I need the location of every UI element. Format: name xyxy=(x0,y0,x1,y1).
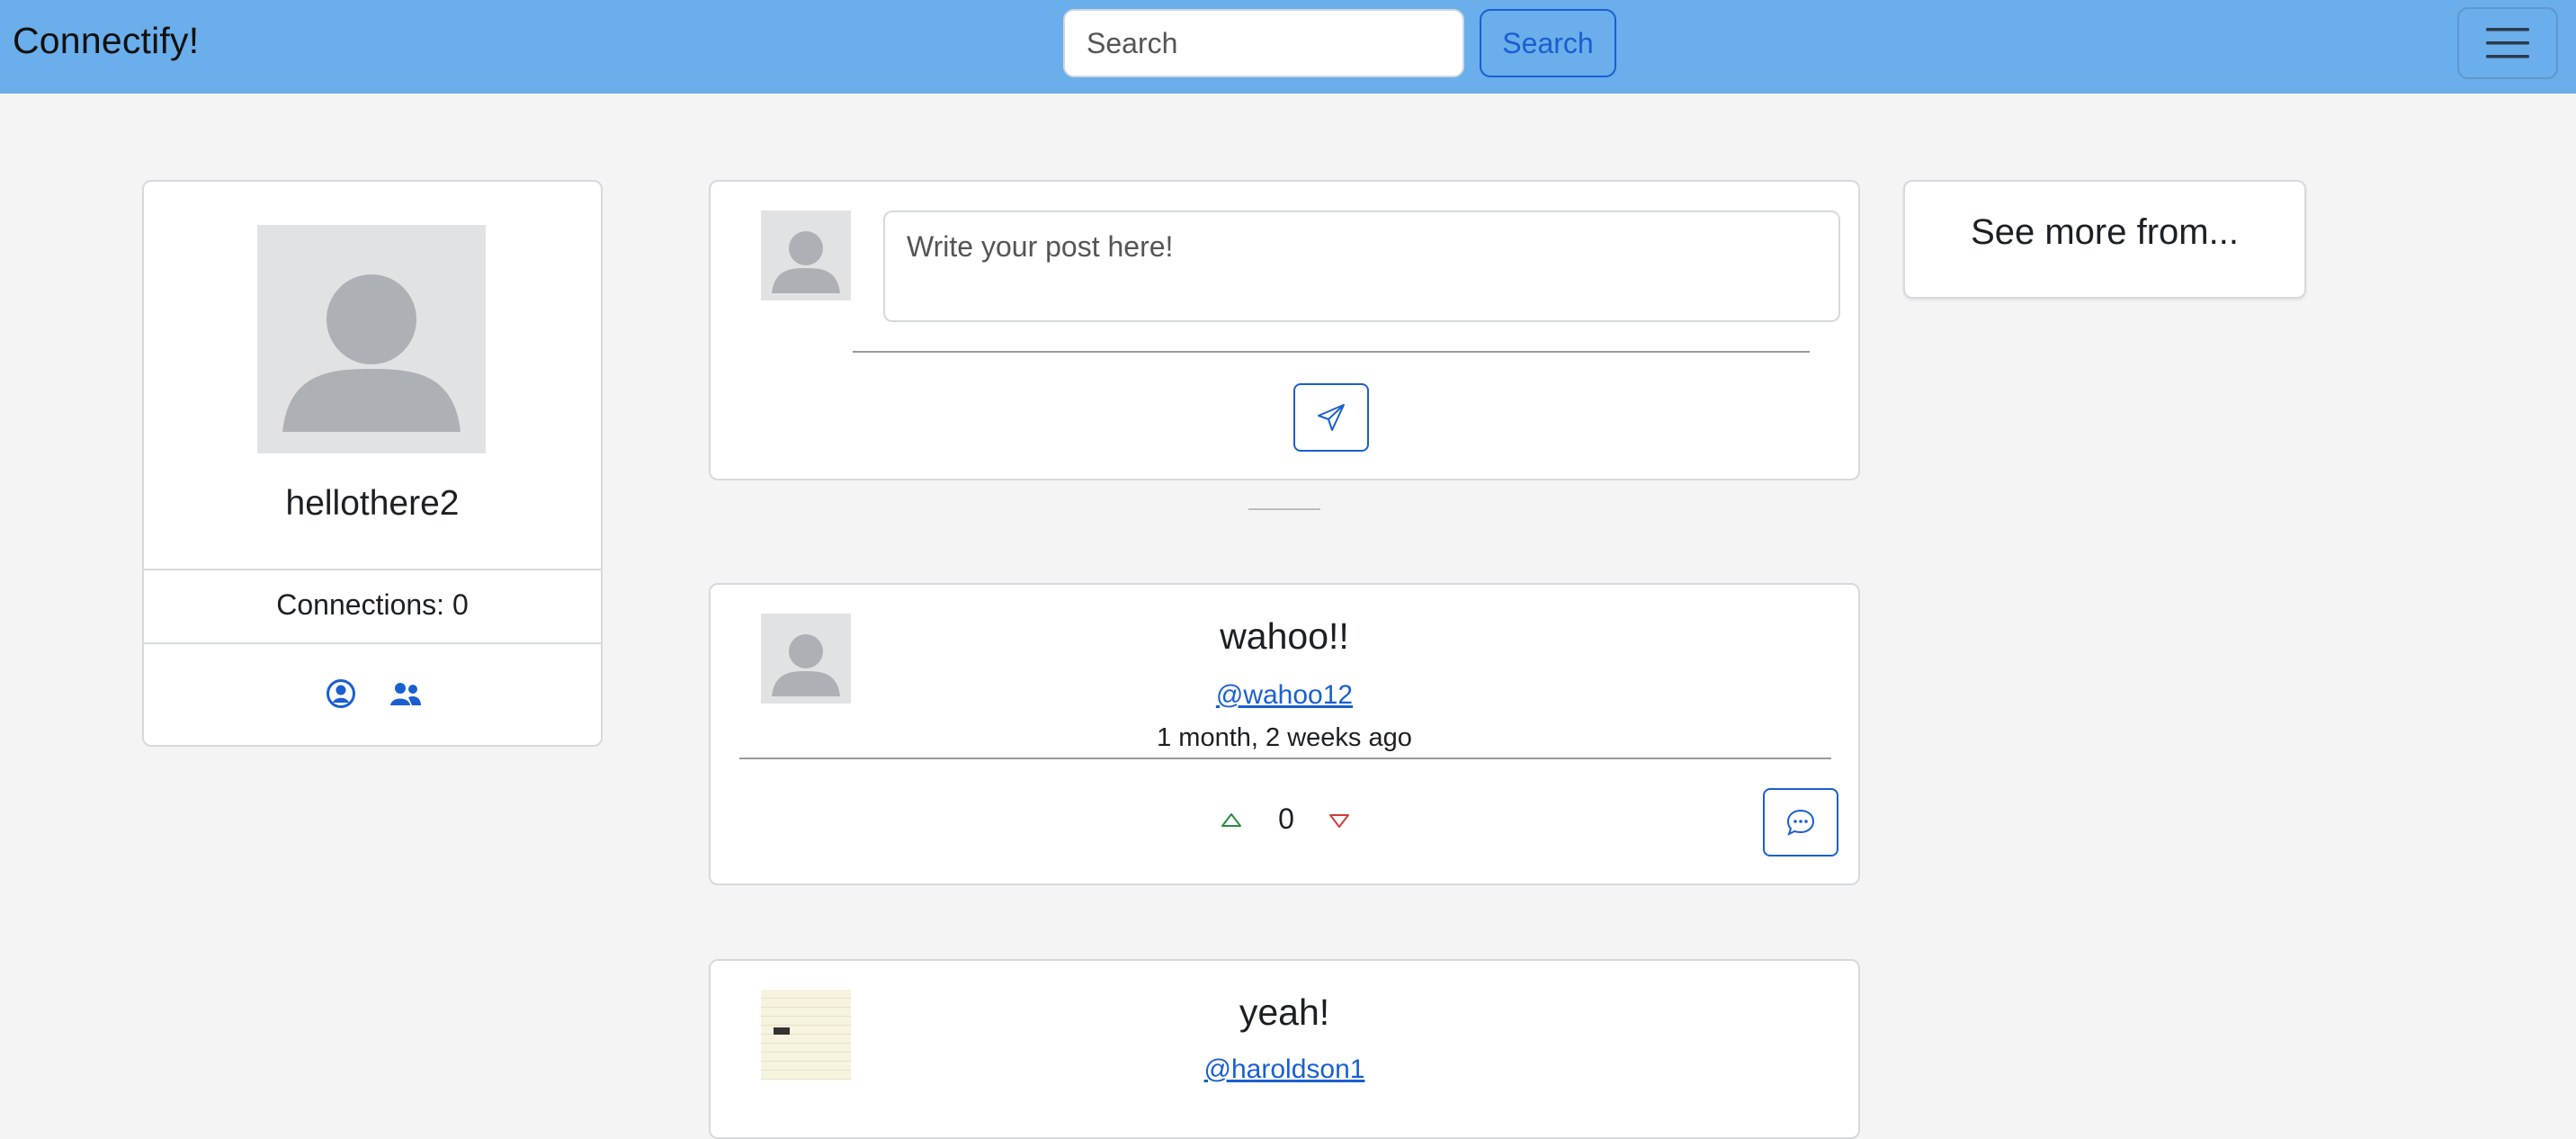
upvote-icon[interactable] xyxy=(1220,812,1243,830)
default-avatar-icon xyxy=(772,231,840,293)
send-post-button[interactable] xyxy=(1293,383,1369,452)
search-button[interactable]: Search xyxy=(1480,9,1616,77)
vote-controls: 0 xyxy=(711,801,1858,846)
brand-logo[interactable]: Connectify! xyxy=(13,20,199,62)
default-avatar-icon xyxy=(282,274,461,432)
downvote-icon[interactable] xyxy=(1328,812,1351,830)
send-icon xyxy=(1318,404,1345,431)
post-card: yeah! @haroldson1 xyxy=(709,959,1860,1139)
post-author-link[interactable]: @haroldson1 xyxy=(1204,1054,1365,1084)
see-more-card: See more from... xyxy=(1903,180,2306,299)
user-circle-icon[interactable] xyxy=(326,678,356,709)
avatar xyxy=(761,211,851,300)
search-input[interactable] xyxy=(1063,9,1464,77)
post-timestamp: 1 month, 2 weeks ago xyxy=(1157,723,1412,752)
feed-divider xyxy=(1248,508,1320,510)
post-card: wahoo!! @wahoo12 1 month, 2 weeks ago 0 xyxy=(709,583,1860,885)
divider xyxy=(144,569,601,570)
vote-count: 0 xyxy=(1278,803,1294,835)
hamburger-icon xyxy=(2486,28,2529,58)
profile-username: hellothere2 xyxy=(285,484,460,523)
people-icon[interactable] xyxy=(389,680,423,707)
divider xyxy=(144,642,601,644)
top-navbar: Connectify! Search xyxy=(0,0,2576,94)
chat-bubble-icon xyxy=(1786,809,1815,836)
post-title: yeah! xyxy=(1239,991,1330,1033)
post-title: wahoo!! xyxy=(1220,615,1349,657)
comment-button[interactable] xyxy=(1763,788,1838,856)
divider xyxy=(853,351,1810,353)
connections-count: Connections: 0 xyxy=(276,588,469,621)
profile-card: hellothere2 Connections: 0 xyxy=(142,180,603,747)
see-more-title: See more from... xyxy=(1971,212,2239,252)
avatar[interactable] xyxy=(257,225,486,453)
menu-toggle-button[interactable] xyxy=(2457,7,2558,79)
post-author-link[interactable]: @wahoo12 xyxy=(1216,680,1353,710)
post-composer xyxy=(709,180,1860,480)
post-textarea[interactable] xyxy=(883,211,1840,322)
divider xyxy=(739,758,1831,759)
profile-actions xyxy=(144,677,601,722)
